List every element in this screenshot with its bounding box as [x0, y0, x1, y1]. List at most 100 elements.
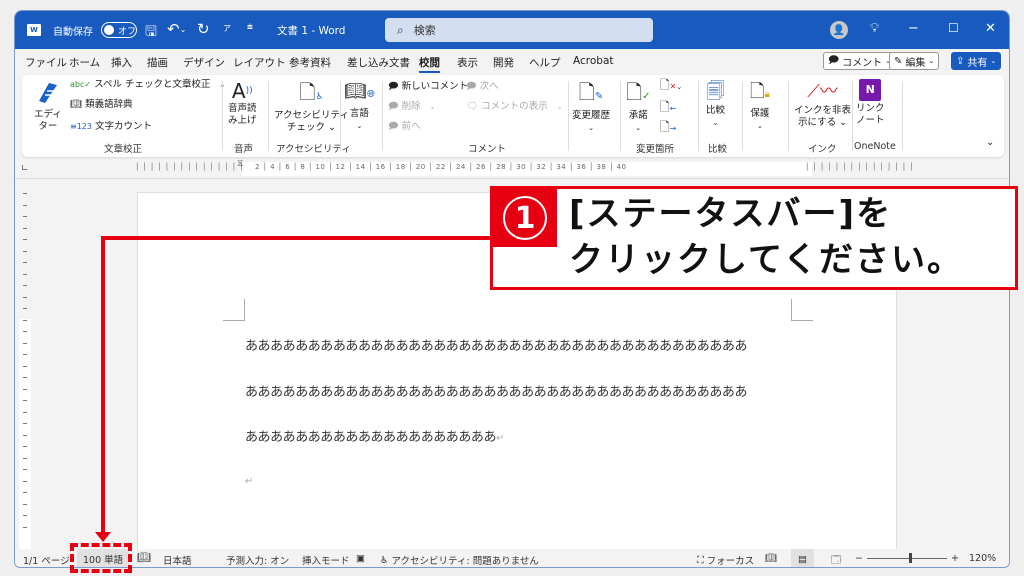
- empty-paragraph[interactable]: ↵: [245, 473, 253, 488]
- document-paragraph-line[interactable]: ああああああああああああああああああああああああああああああああああああああああ: [245, 381, 747, 400]
- track-changes-button[interactable]: 🗋✎ 変更履歴 ⌄: [572, 79, 610, 134]
- autosave-toggle[interactable]: オフ: [101, 22, 137, 38]
- tab-view[interactable]: 表示: [457, 55, 478, 70]
- insert-mode-status[interactable]: 挿入モード: [302, 553, 350, 567]
- hide-ink-button[interactable]: ⟋〰 インクを非表 示にする ⌄: [794, 79, 851, 129]
- comments-button[interactable]: 🗩コメント⌄: [823, 52, 896, 70]
- tab-home[interactable]: ホーム: [69, 55, 100, 70]
- vertical-ruler[interactable]: [15, 181, 35, 551]
- chevron-down-icon: ⌄: [556, 103, 563, 111]
- vertical-ruler-tick: [23, 400, 27, 401]
- language-button[interactable]: 📖︎🌐︎ 言語 ⌄: [344, 79, 375, 132]
- save-icon[interactable]: 🖫: [145, 21, 157, 45]
- thesaurus-button[interactable]: 📖︎ 類義語辞典: [70, 99, 133, 111]
- language-status[interactable]: 日本語: [163, 553, 192, 567]
- tab-references[interactable]: 参考資料: [289, 55, 331, 70]
- next-comment-icon: 🗩: [466, 81, 477, 92]
- previous-comment-button[interactable]: 🗩 前へ: [388, 121, 421, 133]
- tab-design[interactable]: デザイン: [183, 55, 225, 70]
- editing-mode-button[interactable]: ✎ 編集 ⌄: [889, 52, 940, 70]
- spelling-button[interactable]: abc✓ スペル チェックと文章校正 ⌄: [70, 79, 225, 91]
- protect-button[interactable]: 🗋🔒︎ 保護 ⌄: [750, 79, 770, 132]
- tab-insert[interactable]: 挿入: [111, 55, 132, 70]
- show-comments-button[interactable]: 🗨 コメントの表示 ⌄: [466, 101, 563, 113]
- new-comment-button[interactable]: 🗩 新しいコメント: [388, 81, 468, 93]
- horizontal-ruler[interactable]: ∟ │ │ │ │ │ │ │ │ │ │ │ │ │ │ │ ⧖ 2 │ 4 …: [15, 159, 1009, 179]
- zoom-slider-thumb[interactable]: [909, 553, 912, 563]
- tab-selector-icon[interactable]: ∟: [21, 164, 29, 174]
- print-layout-icon[interactable]: ▤: [791, 549, 814, 567]
- share-label: 共有: [967, 57, 988, 69]
- macro-record-icon[interactable]: ▣: [356, 553, 365, 564]
- group-separator: [222, 81, 223, 151]
- group-separator: [698, 81, 699, 151]
- page-count[interactable]: 1/1 ページ: [23, 553, 70, 567]
- zoom-level[interactable]: 120%: [969, 553, 996, 564]
- collapse-ribbon-icon[interactable]: ⌄: [986, 137, 994, 149]
- book-icon: 📖︎: [70, 99, 83, 110]
- tab-layout[interactable]: レイアウト: [233, 55, 286, 70]
- ribbon-tabs: ファイル ホーム 挿入 描画 デザイン レイアウト 参考資料 差し込み文書 校閲…: [15, 49, 1009, 75]
- linked-notes-button[interactable]: N リンク ノート: [856, 79, 885, 127]
- linked-notes-label-1: リンク: [856, 103, 885, 114]
- tab-draw[interactable]: 描画: [147, 55, 168, 70]
- accessibility-icon: ♿︎: [380, 554, 389, 566]
- next-comment-label: 次へ: [479, 81, 499, 92]
- editor-button[interactable]: エディ ター: [34, 79, 62, 133]
- tab-review[interactable]: 校閲: [419, 55, 440, 73]
- hide-ink-label-2: 示にする ⌄: [797, 117, 848, 128]
- accessibility-status[interactable]: ♿︎ アクセシビリティ: 問題ありません: [380, 553, 539, 568]
- vertical-ruler-tick: [23, 331, 27, 332]
- tab-acrobat[interactable]: Acrobat: [573, 55, 614, 67]
- zoom-out-button[interactable]: −: [855, 553, 863, 564]
- status-bar[interactable]: 1/1 ページ 100 単語 📖︎ 日本語 予測入力: オン 挿入モード ▣ ♿…: [15, 549, 1009, 568]
- minimize-button[interactable]: −: [908, 21, 919, 36]
- compare-button[interactable]: 🗐 比較 ⌄: [706, 79, 725, 129]
- web-layout-icon[interactable]: 🗔: [831, 553, 841, 567]
- comment-icon: 🗩: [828, 54, 840, 66]
- furigana-icon[interactable]: ア: [223, 23, 231, 34]
- next-change-button[interactable]: 🗋→: [660, 121, 676, 135]
- accept-button[interactable]: 🗋✓ 承諾 ⌄: [626, 79, 650, 134]
- indent-marker-icon[interactable]: ⧖: [237, 159, 244, 169]
- vertical-ruler-tick: [23, 193, 27, 194]
- read-mode-icon[interactable]: 📖︎: [765, 553, 777, 564]
- accessibility-check-button[interactable]: 🗋♿ アクセシビリティ チェック ⌄: [274, 79, 349, 134]
- close-button[interactable]: ✕: [985, 21, 996, 36]
- account-avatar[interactable]: 👤: [830, 21, 848, 39]
- lightbulb-icon[interactable]: 💡︎: [870, 21, 879, 36]
- word-count-button[interactable]: ≡123 文字カウント: [70, 121, 152, 133]
- redo-icon[interactable]: ↻: [197, 20, 210, 38]
- vertical-ruler-tick: [23, 377, 27, 378]
- previous-change-button[interactable]: 🗋←: [660, 101, 676, 115]
- focus-mode-button[interactable]: ⛶ フォーカス: [697, 553, 755, 568]
- thesaurus-label: 類義語辞典: [85, 99, 133, 110]
- search-box[interactable]: ⌕ 検索: [385, 18, 653, 42]
- tab-help[interactable]: ヘルプ: [529, 55, 561, 70]
- tab-file[interactable]: ファイル: [25, 55, 67, 70]
- vertical-ruler-tick: [23, 411, 27, 413]
- proofing-book-icon[interactable]: 📖︎: [137, 551, 151, 564]
- linked-notes-label-2: ノート: [856, 115, 885, 126]
- new-comment-icon: 🗩: [388, 81, 399, 92]
- reject-button[interactable]: 🗋✕⌄: [660, 79, 682, 93]
- read-aloud-button[interactable]: A)) 音声読 み上げ: [228, 79, 257, 127]
- accessibility-doc-icon: 🗋♿: [299, 80, 324, 104]
- zoom-in-button[interactable]: +: [951, 553, 959, 564]
- document-paragraph-line[interactable]: ああああああああああああああああああああ↵: [245, 426, 504, 445]
- document-paragraph-line[interactable]: ああああああああああああああああああああああああああああああああああああああああ: [245, 335, 747, 354]
- tab-mailings[interactable]: 差し込み文書: [347, 55, 410, 70]
- next-comment-button[interactable]: 🗩 次へ: [466, 81, 499, 93]
- tab-developer[interactable]: 開発: [493, 55, 514, 70]
- language-label: 言語: [349, 108, 369, 119]
- zoom-slider-track[interactable]: [867, 558, 947, 559]
- focus-label: フォーカス: [706, 556, 755, 567]
- vertical-ruler-tick: [23, 365, 27, 367]
- vertical-ruler-tick: [23, 354, 27, 355]
- undo-icon[interactable]: ↶ ⌄: [167, 20, 186, 38]
- delete-comment-button[interactable]: 🗩 削除 ⌄: [388, 101, 436, 113]
- share-button[interactable]: ⇪ 共有 ⌄: [951, 52, 1002, 70]
- predictive-input-status[interactable]: 予測入力: オン: [226, 553, 289, 567]
- customize-qat-icon[interactable]: ⩧: [247, 22, 253, 33]
- maximize-button[interactable]: ☐: [948, 21, 959, 35]
